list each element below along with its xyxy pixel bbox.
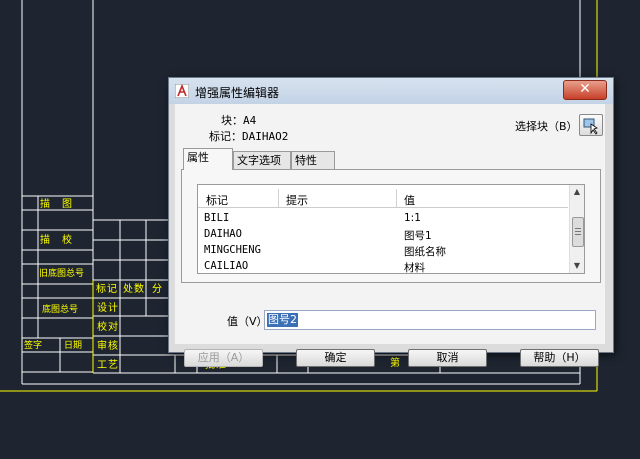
tab-properties[interactable]: 特性 bbox=[291, 151, 335, 169]
tag-name-label: 标记：DAIHAO2 bbox=[209, 130, 289, 143]
enhanced-attribute-editor-dialog: 增强属性编辑器 ✕ 块：A4 标记：DAIHAO2 选择块（B） 属性 文字选项… bbox=[168, 77, 614, 367]
grip-line bbox=[575, 231, 581, 232]
column-separator bbox=[396, 189, 397, 207]
column-separator bbox=[278, 189, 279, 207]
select-block-button[interactable] bbox=[579, 114, 603, 136]
cad-label-dituzong: 底图总号 bbox=[42, 305, 79, 315]
apply-button[interactable]: 应用（A） bbox=[184, 349, 263, 367]
row-tag: DAIHAO bbox=[204, 228, 242, 240]
ok-button[interactable]: 确定 bbox=[296, 349, 375, 367]
grip-line bbox=[575, 228, 581, 229]
cad-label-jiaodui: 校对 bbox=[97, 322, 119, 333]
row-tag: BILI bbox=[204, 212, 230, 224]
cad-label-chushu: 处数 bbox=[123, 284, 145, 295]
help-button[interactable]: 帮助（H） bbox=[520, 349, 599, 367]
list-item[interactable]: DAIHAO 图号1 bbox=[198, 227, 568, 243]
select-block-label: 选择块（B） bbox=[515, 120, 578, 133]
cad-label-jiutu: 旧底图总号 bbox=[39, 269, 85, 279]
row-value: 图号1 bbox=[404, 230, 432, 242]
autocad-app-icon bbox=[175, 84, 189, 98]
cad-label-biaoji: 标记 bbox=[96, 284, 118, 295]
cad-label-qianzi: 签字 bbox=[24, 341, 43, 351]
tab-text-options[interactable]: 文字选项 bbox=[233, 151, 291, 169]
cad-label-miaojiao: 描 校 bbox=[40, 235, 73, 246]
row-tag: CAILIAO bbox=[204, 260, 249, 272]
column-header-prompt[interactable]: 提示 bbox=[286, 192, 308, 208]
tab-attributes[interactable]: 属性 bbox=[183, 148, 233, 170]
dialog-title: 增强属性编辑器 bbox=[195, 86, 280, 100]
row-tag: MINGCHENG bbox=[204, 244, 261, 256]
cad-label-sheji: 设计 bbox=[97, 303, 119, 314]
attribute-list[interactable]: 标记 提示 值 BILI 1:1 DAIHAO 图号1 MINGCHENG 图纸… bbox=[197, 184, 585, 274]
column-header-tag[interactable]: 标记 bbox=[206, 192, 228, 208]
cad-label-miaotu: 描 图 bbox=[40, 199, 73, 210]
cad-label-riqi: 日期 bbox=[64, 341, 83, 351]
block-name-label: 块：A4 bbox=[221, 114, 257, 127]
list-item[interactable]: BILI 1:1 bbox=[198, 211, 568, 227]
select-block-icon bbox=[583, 118, 598, 135]
scroll-up-arrow-icon[interactable]: ▲ bbox=[570, 185, 584, 199]
value-input[interactable]: 图号2 bbox=[264, 310, 596, 330]
row-value: 材料 bbox=[404, 262, 425, 274]
close-button[interactable]: ✕ bbox=[563, 80, 607, 100]
grip-line bbox=[575, 234, 581, 235]
list-scrollbar[interactable]: ▲ ▼ bbox=[569, 185, 584, 273]
list-header: 标记 提示 值 bbox=[198, 189, 568, 208]
cad-label-di: 第 bbox=[390, 358, 401, 369]
row-value: 1:1 bbox=[404, 212, 421, 224]
scroll-thumb[interactable] bbox=[572, 217, 584, 247]
cad-label-gongyi: 工艺 bbox=[97, 360, 119, 371]
column-header-value[interactable]: 值 bbox=[404, 192, 415, 208]
scroll-down-arrow-icon[interactable]: ▼ bbox=[570, 259, 584, 273]
list-item[interactable]: MINGCHENG 图纸名称 bbox=[198, 243, 568, 259]
dialog-titlebar[interactable]: 增强属性编辑器 ✕ bbox=[169, 78, 613, 104]
value-input-text: 图号2 bbox=[267, 313, 298, 327]
cancel-button[interactable]: 取消 bbox=[408, 349, 487, 367]
row-value: 图纸名称 bbox=[404, 246, 446, 258]
list-item[interactable]: CAILIAO 材料 bbox=[198, 259, 568, 274]
dialog-body: 块：A4 标记：DAIHAO2 选择块（B） 属性 文字选项 特性 标记 提示 … bbox=[175, 104, 605, 367]
cad-label-shenhe: 审核 bbox=[97, 341, 119, 352]
cad-label-fen: 分 bbox=[152, 284, 163, 295]
